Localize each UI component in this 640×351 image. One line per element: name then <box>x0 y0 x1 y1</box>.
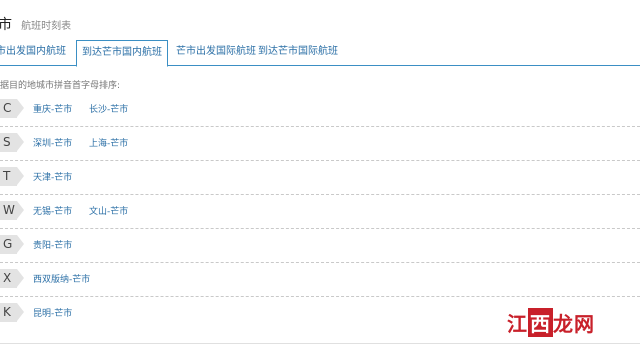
letter-badge: W <box>0 201 24 220</box>
route-link[interactable]: 贵阳-芒市 <box>33 238 72 251</box>
letter-badge: T <box>0 167 24 186</box>
page-subtitle: 航班时刻表 <box>21 21 72 32</box>
route-link[interactable]: 文山-芒市 <box>89 204 128 217</box>
watermark-text: 江 <box>507 312 528 336</box>
page-header: 市 航班时刻表 <box>0 14 71 36</box>
letter-group-w: W 无锡-芒市 文山-芒市 <box>0 195 640 229</box>
watermark-logo: 江西龙网 <box>507 308 595 337</box>
letter-group-s: S 深圳-芒市 上海-芒市 <box>0 127 640 161</box>
route-link[interactable]: 长沙-芒市 <box>89 102 128 115</box>
letter-group-g: G 贵阳-芒市 <box>0 229 640 263</box>
sort-hint: 据目的地城市拼音首字母排序: <box>0 81 121 91</box>
tab-bar: 市出发国内航班 到达芒市国内航班 芒市出发国际航班 到达芒市国际航班 <box>0 40 640 67</box>
letter-group-x: X 西双版纳-芒市 <box>0 263 640 297</box>
route-link[interactable]: 无锡-芒市 <box>33 204 72 217</box>
route-link[interactable]: 深圳-芒市 <box>33 136 72 149</box>
watermark-text: 西 <box>528 308 553 337</box>
letter-badge: C <box>0 99 24 118</box>
route-link[interactable]: 天津-芒市 <box>33 170 72 183</box>
route-link[interactable]: 西双版纳-芒市 <box>33 272 90 285</box>
route-link[interactable]: 上海-芒市 <box>89 136 128 149</box>
letter-badge: G <box>0 235 24 254</box>
letter-badge: S <box>0 133 24 152</box>
tab-domestic-departures[interactable]: 市出发国内航班 <box>0 42 66 62</box>
route-link[interactable]: 昆明-芒市 <box>33 306 72 319</box>
letter-group-c: C 重庆-芒市 长沙-芒市 <box>0 93 640 127</box>
watermark-text: 龙网 <box>553 312 595 336</box>
route-link[interactable]: 重庆-芒市 <box>33 102 72 115</box>
tab-domestic-arrivals[interactable]: 到达芒市国内航班 <box>76 40 168 67</box>
letter-badge: X <box>0 269 24 288</box>
letter-badge: K <box>0 303 24 322</box>
list-bottom-border <box>0 343 640 344</box>
tab-international-departures[interactable]: 芒市出发国际航班 <box>176 42 256 62</box>
tab-international-arrivals[interactable]: 到达芒市国际航班 <box>258 42 338 62</box>
letter-group-t: T 天津-芒市 <box>0 161 640 195</box>
page-title: 市 <box>0 17 12 33</box>
